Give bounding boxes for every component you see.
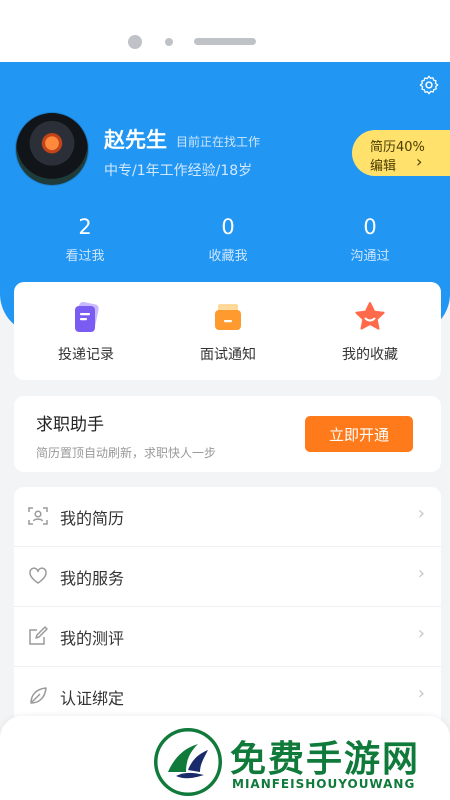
quick-action-applications[interactable]: 投递记录 [26,300,146,364]
envelope-icon [215,304,241,330]
watermark-logo [154,728,222,796]
settings-menu: 我的简历 › 我的服务 › 我的测评 › 认证绑定 › [14,487,441,737]
quick-action-label: 我的收藏 [342,347,398,363]
document-icon [75,301,99,332]
chevron-right-icon: › [417,563,425,584]
chevron-right-icon: › [417,503,425,524]
menu-item-label: 我的服务 [60,569,125,588]
status-bar [0,0,450,62]
stat-value: 0 [221,215,235,239]
quick-action-label: 投递记录 [58,347,114,363]
menu-item-my-assessment[interactable]: 我的测评 › [14,607,441,667]
avatar[interactable] [16,113,88,185]
quick-action-label: 面试通知 [200,347,256,363]
heart-icon [29,567,47,584]
menu-item-my-services[interactable]: 我的服务 › [14,547,441,607]
stat-communicated[interactable]: 0 沟通过 [310,215,430,264]
quick-actions-card: 投递记录 面试通知 我的收藏 [14,282,441,380]
menu-item-label: 我的简历 [60,509,125,528]
stat-value: 0 [363,215,377,239]
resume-edit-label: 编辑 [370,159,397,174]
quick-action-favorites[interactable]: 我的收藏 [310,300,430,364]
chevron-right-icon: › [416,152,423,171]
sensor-dot [165,38,173,46]
camera-dot [128,35,142,49]
star-icon [355,302,385,330]
activate-now-button[interactable]: 立即开通 [305,416,413,452]
user-name: 赵先生 [104,128,167,152]
stat-label: 沟通过 [350,249,390,264]
user-meta: 中专/1年工作经验/18岁 [104,163,253,179]
resume-icon [28,507,48,525]
chevron-right-icon: › [417,683,425,704]
watermark-title: 免费手游网 [230,739,421,780]
watermark-subtitle: MIANFEISHOUYOUWANG [232,777,416,791]
chevron-right-icon: › [417,623,425,644]
quick-action-interviews[interactable]: 面试通知 [168,300,288,364]
resume-edit-button[interactable]: 简历40% 编辑 › [352,130,450,176]
stat-viewed-me[interactable]: 2 看过我 [25,215,145,264]
speaker-bar [194,38,256,45]
stat-label: 看过我 [65,249,105,264]
job-helper-subtitle: 简历置顶自动刷新，求职快人一步 [36,446,217,460]
stat-label: 收藏我 [208,249,248,264]
job-helper-title: 求职助手 [36,415,104,435]
menu-item-label: 我的测评 [60,629,125,648]
stat-saved-me[interactable]: 0 收藏我 [168,215,288,264]
leaf-icon [30,687,47,704]
job-status: 目前正在找工作 [176,135,261,149]
menu-item-label: 认证绑定 [60,689,125,708]
menu-item-my-resume[interactable]: 我的简历 › [14,487,441,547]
edit-icon [29,626,48,645]
stat-value: 2 [78,215,92,239]
gear-icon[interactable] [418,74,440,96]
job-helper-card: 求职助手 简历置顶自动刷新，求职快人一步 立即开通 [14,396,441,472]
